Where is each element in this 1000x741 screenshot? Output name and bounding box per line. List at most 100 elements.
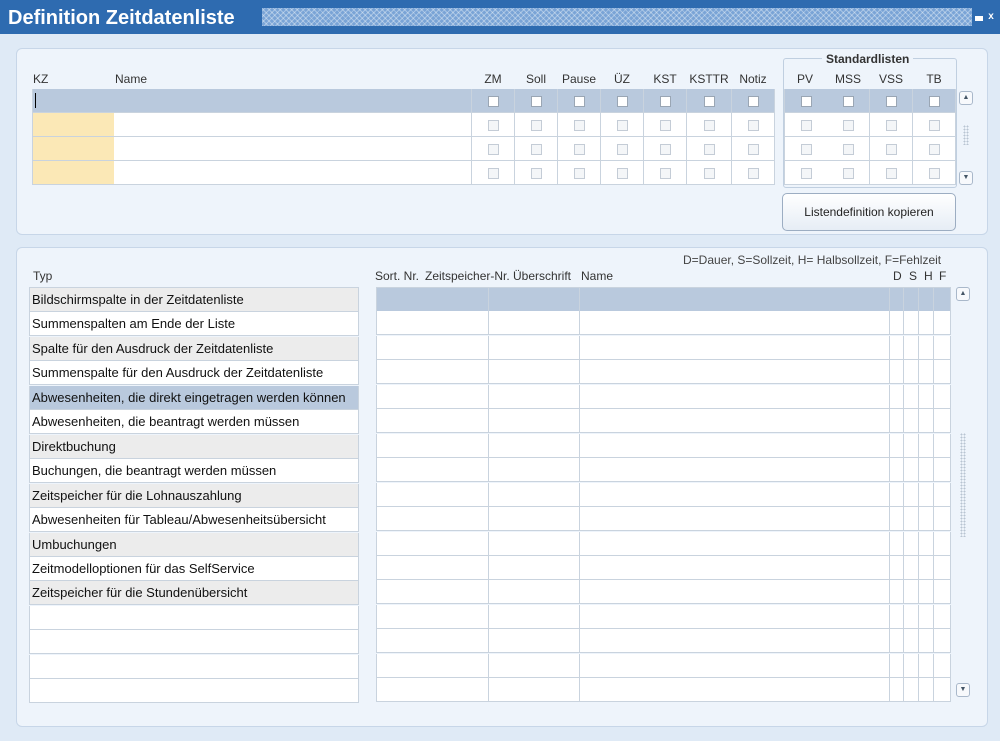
mss-checkbox-cell[interactable] (827, 137, 870, 161)
sort-nr-field[interactable] (376, 678, 422, 703)
list-definition-row[interactable] (32, 89, 775, 113)
notiz-checkbox-cell[interactable] (732, 137, 775, 161)
kz-field[interactable] (32, 161, 115, 185)
ueberschrift-field[interactable] (489, 433, 580, 458)
zm-checkbox[interactable] (488, 119, 499, 131)
notiz-checkbox[interactable] (748, 95, 759, 107)
name-field[interactable] (114, 113, 472, 137)
name-field[interactable] (580, 409, 890, 434)
s-flag-field[interactable] (904, 604, 919, 629)
d-flag-field[interactable] (890, 629, 904, 654)
f-flag-field[interactable] (934, 409, 951, 434)
zm-checkbox-cell[interactable] (472, 161, 515, 185)
h-flag-field[interactable] (919, 482, 934, 507)
notiz-checkbox[interactable] (748, 119, 759, 131)
ueberschrift-field[interactable] (489, 580, 580, 605)
d-flag-field[interactable] (890, 433, 904, 458)
s-flag-field[interactable] (904, 287, 919, 312)
ueberschrift-field[interactable] (489, 604, 580, 629)
ueberzeit-checkbox-cell[interactable] (601, 89, 644, 113)
d-flag-field[interactable] (890, 458, 904, 483)
ksttr-checkbox[interactable] (704, 143, 715, 155)
mss-checkbox-cell[interactable] (827, 89, 870, 113)
ueberzeit-checkbox[interactable] (617, 143, 628, 155)
name-field[interactable] (580, 580, 890, 605)
vss-checkbox[interactable] (886, 119, 897, 131)
zeitspeicher-nr-field[interactable] (421, 482, 552, 507)
h-flag-field[interactable] (919, 604, 934, 629)
zm-checkbox-cell[interactable] (472, 137, 515, 161)
type-list-item[interactable] (29, 630, 359, 655)
name-field[interactable] (580, 458, 890, 483)
s-flag-field[interactable] (904, 629, 919, 654)
soll-checkbox[interactable] (531, 95, 542, 107)
sort-nr-field[interactable] (376, 311, 422, 336)
s-flag-field[interactable] (904, 653, 919, 678)
sort-nr-field[interactable] (376, 335, 422, 360)
s-flag-field[interactable] (904, 335, 919, 360)
d-flag-field[interactable] (890, 335, 904, 360)
d-flag-field[interactable] (890, 580, 904, 605)
ksttr-checkbox-cell[interactable] (687, 113, 732, 137)
f-flag-field[interactable] (934, 653, 951, 678)
type-list-item[interactable]: Direktbuchung (29, 434, 359, 459)
soll-checkbox[interactable] (531, 167, 542, 179)
type-list-item[interactable]: Buchungen, die beantragt werden müssen (29, 459, 359, 484)
list-definition-row[interactable] (32, 137, 775, 161)
mss-checkbox[interactable] (843, 95, 854, 107)
type-list-item[interactable]: Summenspalten am Ende der Liste (29, 312, 359, 337)
mss-checkbox-cell[interactable] (827, 113, 870, 137)
f-flag-field[interactable] (934, 311, 951, 336)
zeitspeicher-nr-field[interactable] (421, 433, 552, 458)
f-flag-field[interactable] (934, 678, 951, 703)
zeitspeicher-nr-field[interactable] (421, 311, 552, 336)
list-definition-row[interactable] (32, 161, 775, 185)
kst-checkbox-cell[interactable] (644, 137, 687, 161)
type-list-item[interactable]: Zeitspeicher für die Stundenübersicht (29, 581, 359, 606)
sort-nr-field[interactable] (376, 458, 422, 483)
h-flag-field[interactable] (919, 507, 934, 532)
h-flag-field[interactable] (919, 335, 934, 360)
sort-nr-field[interactable] (376, 629, 422, 654)
ueberschrift-field[interactable] (489, 531, 580, 556)
name-field[interactable] (114, 137, 472, 161)
name-field[interactable] (580, 433, 890, 458)
sort-nr-field[interactable] (376, 360, 422, 385)
ueberschrift-field[interactable] (489, 458, 580, 483)
h-flag-field[interactable] (919, 287, 934, 312)
ueberschrift-field[interactable] (489, 311, 580, 336)
name-field[interactable] (580, 507, 890, 532)
notiz-checkbox-cell[interactable] (732, 161, 775, 185)
vss-checkbox[interactable] (886, 143, 897, 155)
sort-nr-field[interactable] (376, 384, 422, 409)
name-field[interactable] (580, 482, 890, 507)
s-flag-field[interactable] (904, 433, 919, 458)
h-flag-field[interactable] (919, 629, 934, 654)
pause-checkbox[interactable] (574, 95, 585, 107)
pv-checkbox[interactable] (801, 119, 812, 131)
soll-checkbox-cell[interactable] (515, 137, 558, 161)
pv-checkbox[interactable] (801, 167, 812, 179)
ueberschrift-field[interactable] (489, 555, 580, 580)
zeitspeicher-nr-field[interactable] (421, 287, 552, 312)
vss-checkbox-cell[interactable] (870, 113, 913, 137)
h-flag-field[interactable] (919, 531, 934, 556)
h-flag-field[interactable] (919, 580, 934, 605)
name-field[interactable] (580, 311, 890, 336)
soll-checkbox-cell[interactable] (515, 89, 558, 113)
zm-checkbox[interactable] (488, 167, 499, 179)
kz-field[interactable] (32, 89, 115, 113)
d-flag-field[interactable] (890, 507, 904, 532)
sort-nr-field[interactable] (376, 531, 422, 556)
s-flag-field[interactable] (904, 384, 919, 409)
mss-checkbox[interactable] (843, 143, 854, 155)
soll-checkbox[interactable] (531, 119, 542, 131)
name-field[interactable] (580, 604, 890, 629)
pv-checkbox-cell[interactable] (784, 137, 828, 161)
tb-checkbox-cell[interactable] (913, 161, 956, 185)
name-field[interactable] (580, 287, 890, 312)
notiz-checkbox[interactable] (748, 167, 759, 179)
f-flag-field[interactable] (934, 629, 951, 654)
h-flag-field[interactable] (919, 360, 934, 385)
name-field[interactable] (580, 678, 890, 703)
